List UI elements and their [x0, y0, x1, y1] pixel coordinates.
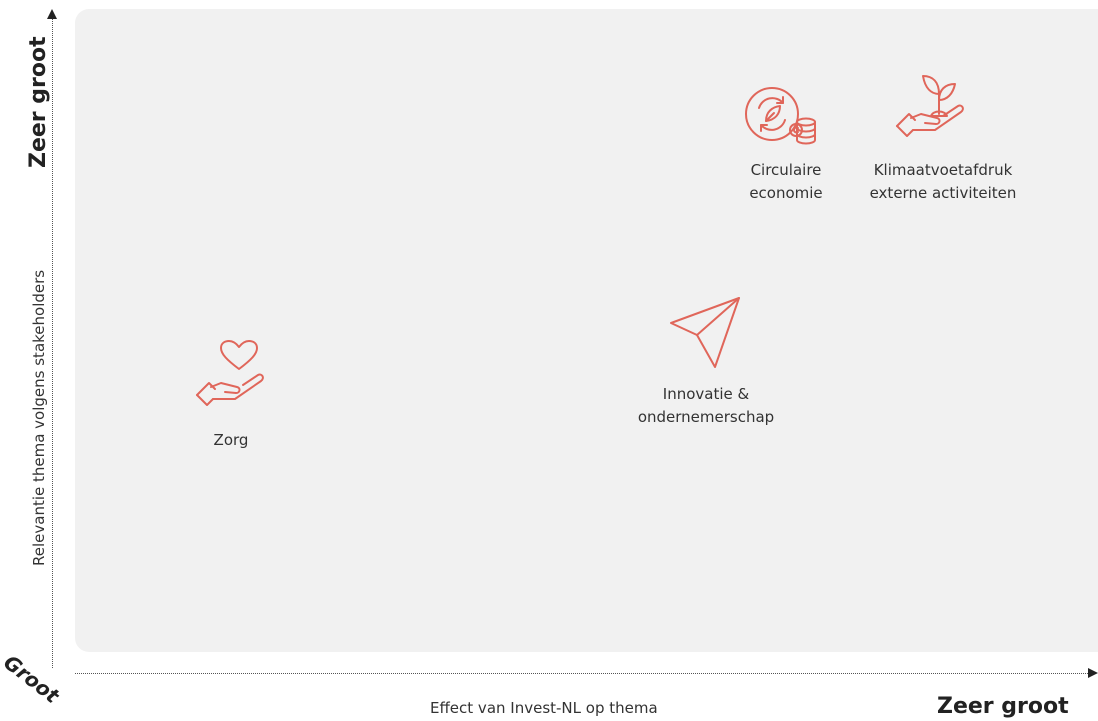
theme-label-line2: economie: [749, 184, 823, 202]
x-axis-arrow: [1088, 668, 1098, 678]
theme-label-line1: Klimaatvoetafdruk: [873, 161, 1013, 179]
theme-label-line2: externe activiteiten: [869, 184, 1017, 202]
y-axis-arrow: [47, 9, 57, 19]
theme-label-circulaire-economie: Circulaire economie: [740, 159, 832, 205]
y-axis-label: Relevantie thema volgens stakeholders: [30, 269, 48, 566]
origin-label: Groot: [0, 650, 64, 708]
x-axis-high-label: Zeer groot: [937, 694, 1069, 719]
x-axis-label: Effect van Invest-NL op thema: [430, 699, 658, 717]
plant-in-hand-icon: [895, 70, 969, 142]
circular-economy-icon: [742, 86, 818, 152]
y-axis-high-label: Zeer groot: [26, 36, 51, 168]
theme-label-innovatie: Innovatie & ondernemerschap: [618, 383, 794, 429]
theme-label-line2: ondernemerschap: [637, 408, 775, 426]
theme-label-line1: Innovatie &: [662, 385, 750, 403]
paper-plane-icon: [667, 295, 743, 375]
theme-label-klimaatvoetafdruk: Klimaatvoetafdruk externe activiteiten: [848, 159, 1038, 205]
theme-label-line1: Zorg: [213, 431, 249, 449]
theme-label-line1: Circulaire: [750, 161, 822, 179]
y-axis-line: [52, 16, 53, 668]
x-axis-line: [75, 673, 1090, 674]
heart-in-hand-icon: [195, 339, 269, 415]
theme-label-zorg: Zorg: [195, 429, 267, 452]
